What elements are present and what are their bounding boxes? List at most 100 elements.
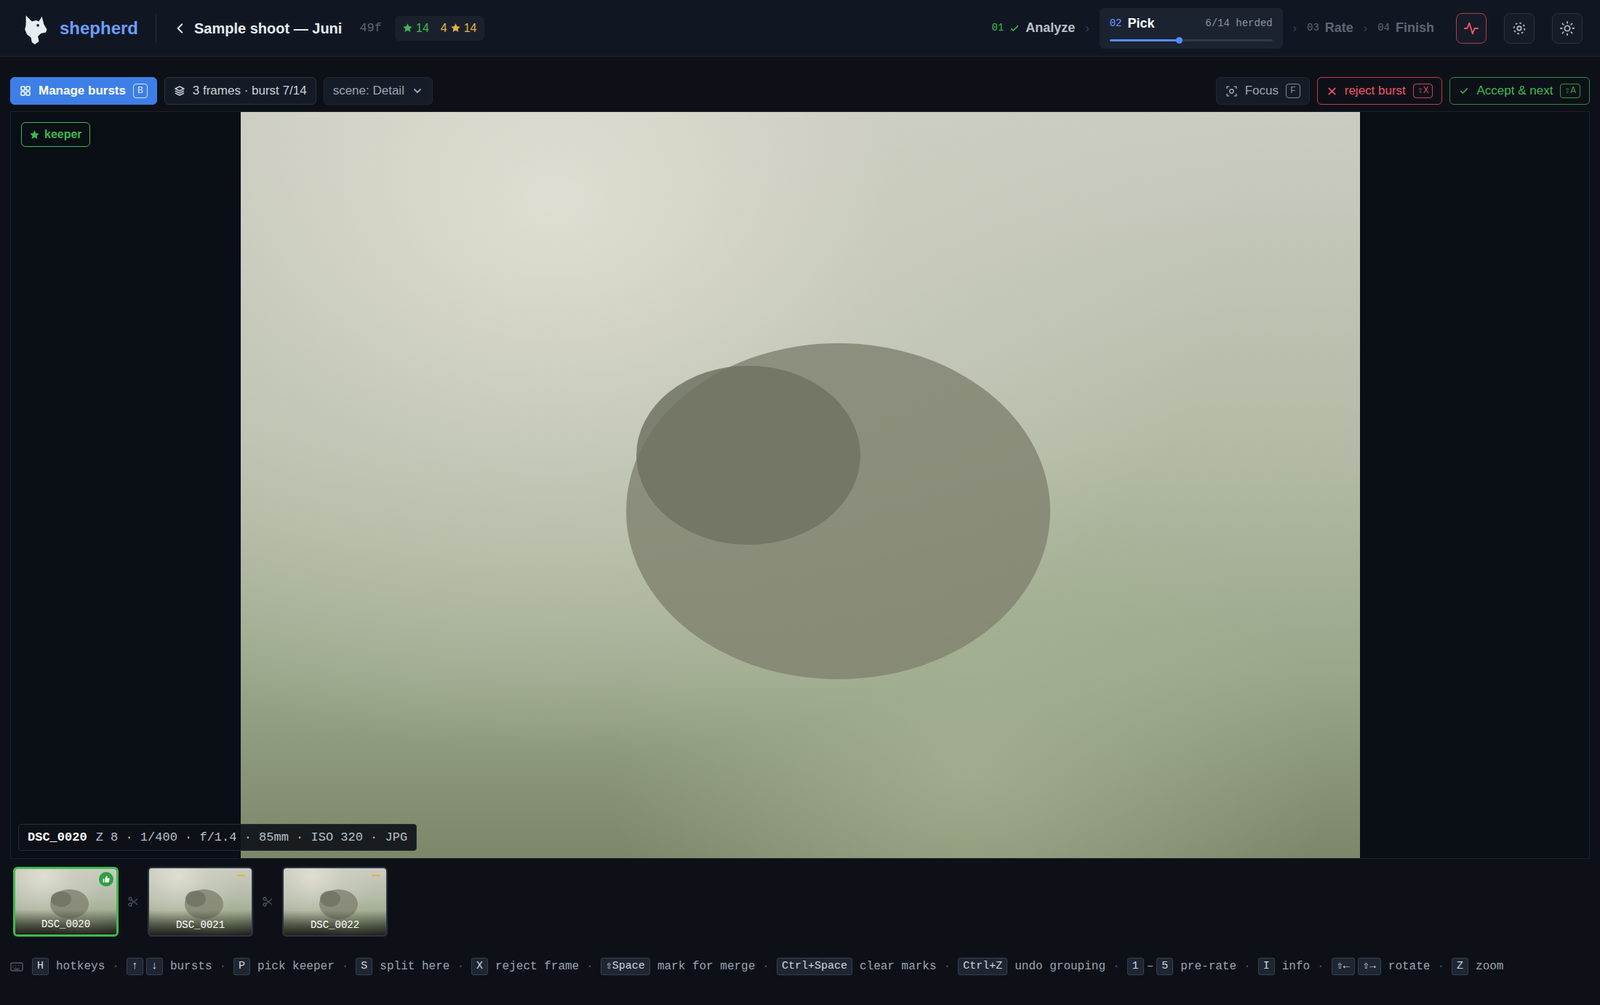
exif-info: Z 8 · 1/400 · f/1.4 · 85mm · ISO 320 · J…: [96, 828, 408, 848]
scene-select[interactable]: scene: Detail: [323, 77, 433, 105]
logo-icon: [18, 12, 51, 45]
frame-name: DSC_0020: [15, 909, 117, 935]
focus-button[interactable]: FocusF: [1216, 77, 1310, 105]
step-number: 02: [1109, 16, 1123, 32]
hotkey-hint: Ctrl+Spaceclear marks: [776, 957, 937, 976]
hotkey-hint: Zzoom: [1451, 957, 1504, 976]
activity-button[interactable]: [1456, 13, 1487, 44]
project-stats: 14414: [394, 16, 485, 41]
image-viewer[interactable]: keeper DSC_0020 Z 8 · 1/400 · f/1.4 · 85mm…: [10, 111, 1590, 859]
hotkey-label: zoom: [1475, 957, 1504, 976]
hotkey-separator: ·: [586, 957, 594, 976]
chevron-left-icon: [173, 21, 187, 35]
hotkey-key: 5: [1156, 957, 1174, 976]
frame-thumbnail[interactable]: DSC_0021: [147, 866, 254, 937]
frame-thumbnail[interactable]: DSC_0020: [13, 866, 119, 937]
hotkey-separator: ·: [762, 957, 770, 976]
activity-icon: [1463, 20, 1480, 37]
file-name: DSC_0020: [27, 828, 88, 848]
accept-next-button[interactable]: Accept & next⇧A: [1449, 77, 1590, 105]
shortcut-key: F: [1285, 83, 1301, 99]
keeper-badge: keeper: [21, 122, 91, 147]
hotkey-label: pre-rate: [1180, 957, 1237, 976]
burst-info-text: 3 frames · burst 7/14: [192, 81, 307, 101]
project-title: Sample shoot — Juni: [194, 17, 342, 40]
workflow-step[interactable]: 04Finish: [1377, 18, 1435, 38]
hotkey-key: ⇧→: [1357, 957, 1382, 976]
chevron-down-icon: [411, 85, 424, 97]
step-separator: ›: [1293, 19, 1297, 38]
step-label: Rate: [1325, 18, 1354, 38]
hotkey-label: hotkeys: [56, 957, 105, 976]
star-icon: [29, 129, 40, 141]
hotkey-hint: ⇧Space mark for merge: [600, 957, 755, 976]
scene-value: scene: Detail: [333, 81, 405, 101]
step-number: 03: [1306, 20, 1320, 36]
shortcut-key: ⇧X: [1413, 83, 1434, 99]
hotkey-bar: Hhotkeys·↑↓bursts·Ppick keeper·Ssplit he…: [0, 955, 1600, 978]
top-bar: shepherdSample shoot — Juni49f1441401Ana…: [0, 0, 1600, 57]
workflow-step[interactable]: 01 Analyze: [992, 18, 1076, 38]
step-label: Analyze: [1025, 18, 1075, 38]
hotkey-key: Ctrl+Space: [776, 957, 853, 976]
step-separator: ›: [1085, 19, 1089, 38]
hotkey-key: X: [471, 957, 488, 976]
hotkey-hint: Ppick keeper: [233, 957, 335, 976]
frame-name: DSC_0021: [149, 910, 252, 936]
hotkey-key: 1: [1127, 957, 1144, 976]
hotkey-label: rotate: [1388, 957, 1431, 976]
filmstrip: DSC_0020 DSC_0021 DSC_0022: [0, 858, 1600, 937]
settings-button[interactable]: [1504, 13, 1535, 44]
photo-meta: DSC_0020 Z 8 · 1/400 · f/1.4 · 85mm · ISO…: [18, 824, 417, 852]
hotkey-key: Z: [1451, 957, 1469, 976]
split-point[interactable]: [118, 896, 148, 908]
hotkey-label: reject frame: [495, 957, 579, 976]
hotkey-separator: ·: [1317, 957, 1325, 976]
hotkey-key: P: [233, 957, 251, 976]
hotkey-separator: ·: [341, 957, 350, 976]
scissors-icon: [261, 896, 274, 908]
burst-info: 3 frames · burst 7/14: [164, 77, 317, 105]
theme-button[interactable]: [1552, 13, 1583, 44]
step-number: 01: [992, 20, 1005, 36]
step-separator: ›: [1363, 19, 1368, 38]
layers-icon: [173, 85, 186, 97]
manage-bursts-label: Manage bursts: [38, 81, 126, 101]
hotkey-hint: 1–5pre-rate: [1127, 957, 1237, 976]
keeper-count: 14: [402, 19, 430, 38]
hotkey-label: mark for merge: [657, 957, 755, 976]
hotkey-hint: Ctrl+Zundo grouping: [957, 957, 1106, 976]
hotkey-label: undo grouping: [1014, 957, 1106, 976]
check-icon: [1009, 23, 1020, 34]
thumbs-up-icon: [101, 874, 111, 884]
hotkey-separator: ·: [456, 957, 464, 976]
divider: [155, 13, 157, 43]
workflow-steps: 01 Analyze › 02Pick6/14 herded › 03 Rate › 04Fin…: [992, 8, 1435, 49]
reject-burst-button[interactable]: reject burst⇧X: [1317, 77, 1443, 105]
focus-icon: [1225, 85, 1238, 98]
pending-marker: [371, 874, 380, 877]
keeper-marker: [98, 872, 114, 887]
progress-track: [1109, 39, 1273, 42]
hotkey-key: ↑: [126, 957, 144, 976]
hotkey-key: S: [355, 957, 373, 976]
hotkey-separator: ·: [218, 957, 227, 976]
workflow-step[interactable]: 02Pick6/14 herded: [1099, 8, 1283, 49]
step-label: Finish: [1395, 18, 1435, 38]
hotkey-key: ⇧Space: [600, 957, 651, 976]
hotkey-key: H: [32, 957, 49, 976]
rated-count-value: 4: [440, 19, 448, 38]
workflow-step[interactable]: 03 Rate: [1306, 18, 1354, 38]
grid-icon: [19, 85, 32, 97]
frame-thumbnail[interactable]: DSC_0022: [282, 866, 388, 937]
star-icon: [450, 22, 462, 34]
back-button[interactable]: Sample shoot — Juni: [170, 14, 345, 43]
pending-marker: [237, 874, 246, 877]
app-name: shepherd: [59, 15, 139, 42]
star-icon: [402, 22, 414, 34]
split-point[interactable]: [253, 896, 283, 908]
main-photo: [240, 112, 1360, 859]
gear-icon: [1511, 20, 1528, 37]
hotkey-hint: Ssplit here: [355, 957, 450, 976]
manage-bursts-button[interactable]: Manage burstsB: [10, 77, 158, 105]
